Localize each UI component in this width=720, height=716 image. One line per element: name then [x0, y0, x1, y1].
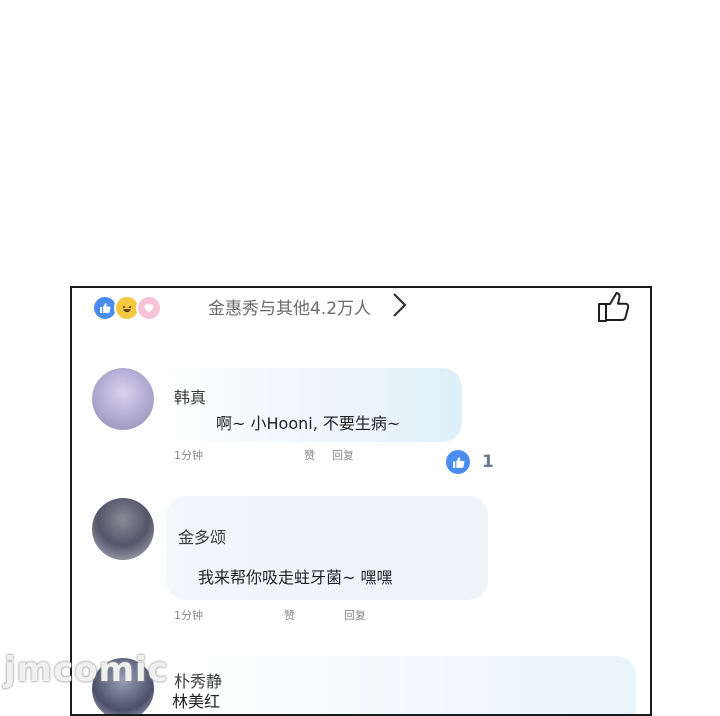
comment-time: 1分钟 — [174, 449, 203, 462]
avatar[interactable] — [92, 368, 154, 430]
love-icon — [136, 295, 162, 321]
avatar[interactable] — [92, 498, 154, 560]
reaction-summary[interactable]: 金惠秀与其他4.2万人 — [208, 294, 371, 319]
chevron-right-icon[interactable] — [388, 291, 412, 319]
reply-link[interactable]: 回复 — [344, 607, 366, 623]
like-badge-icon — [446, 450, 470, 474]
comment-text: 林美红 — [172, 692, 221, 711]
like-link[interactable]: 赞 — [284, 607, 295, 623]
like-count: 1 — [482, 452, 494, 472]
like-link[interactable]: 赞 — [304, 447, 315, 463]
comment-bubble — [166, 656, 636, 714]
comment-time: 1分钟 — [174, 609, 203, 622]
reaction-icons[interactable] — [92, 295, 162, 321]
reply-link[interactable]: 回复 — [332, 447, 354, 463]
comment-text: 啊~ 小Hooni, 不要生病~ — [216, 414, 401, 433]
thumbs-up-icon[interactable] — [596, 290, 632, 324]
comment-text: 我来帮你吸走蛀牙菌~ 嘿嘿 — [198, 568, 393, 587]
comment-author[interactable]: 韩真 — [174, 384, 206, 408]
comment-author[interactable]: 金多颂 — [178, 524, 226, 548]
watermark: jmcomic — [4, 650, 169, 690]
